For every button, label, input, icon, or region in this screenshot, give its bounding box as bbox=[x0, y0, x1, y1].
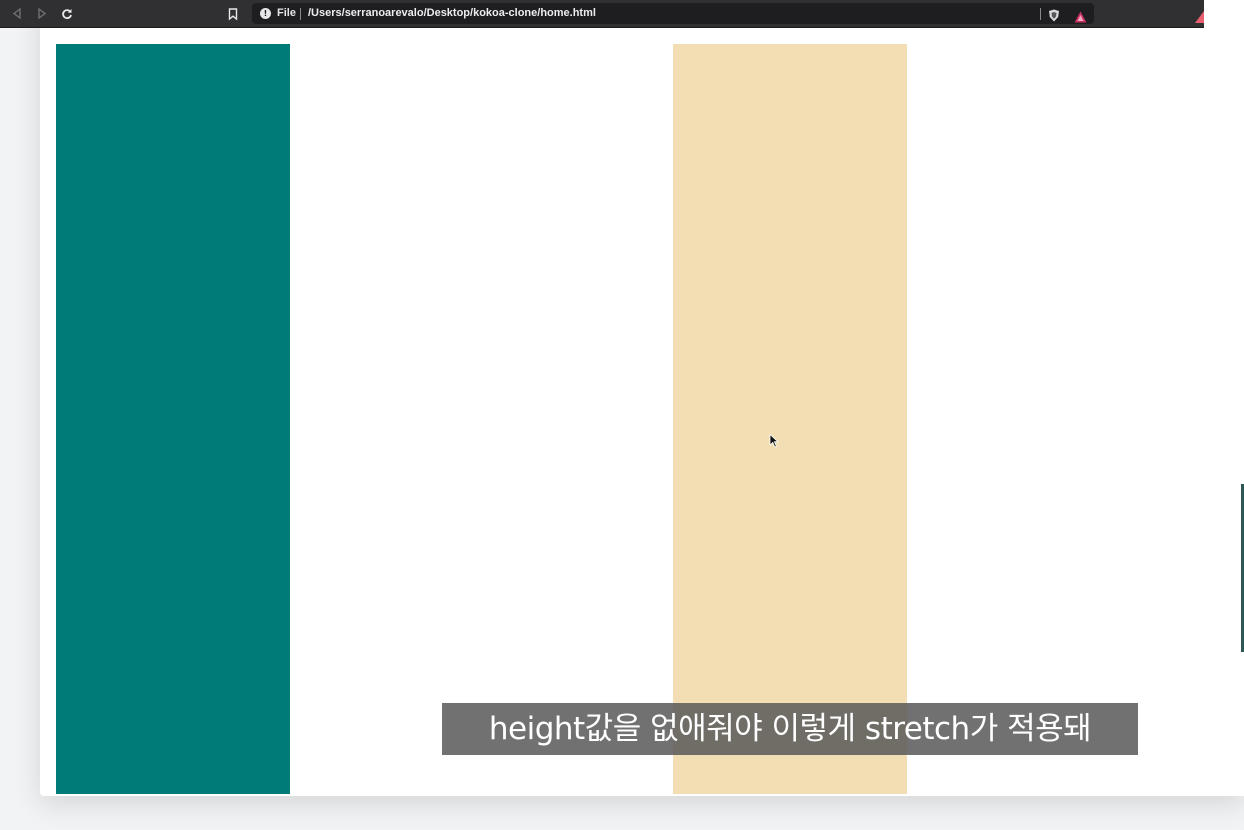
shield-icon[interactable] bbox=[1048, 7, 1060, 22]
teal-block bbox=[56, 44, 290, 794]
divider bbox=[1040, 8, 1041, 20]
address-bar[interactable]: ! File /Users/serranoarevalo/Desktop/kok… bbox=[252, 3, 1094, 24]
page-content bbox=[40, 28, 1244, 796]
info-icon[interactable]: ! bbox=[260, 8, 271, 19]
url-text[interactable]: /Users/serranoarevalo/Desktop/kokoa-clon… bbox=[308, 7, 596, 19]
reload-icon[interactable] bbox=[59, 6, 75, 22]
forward-icon[interactable] bbox=[34, 6, 50, 22]
scheme-label: File bbox=[277, 7, 296, 19]
browser-toolbar: ! File /Users/serranoarevalo/Desktop/kok… bbox=[0, 0, 1204, 28]
browser-window bbox=[40, 0, 1244, 796]
video-subtitle: height값을 없애줘야 이렇게 stretch가 적용돼 bbox=[442, 703, 1138, 755]
divider bbox=[300, 8, 301, 20]
wheat-block bbox=[673, 44, 907, 794]
mouse-cursor-icon bbox=[769, 433, 780, 448]
back-icon[interactable] bbox=[9, 6, 25, 22]
bookmark-icon[interactable] bbox=[226, 6, 240, 22]
extension-icon[interactable] bbox=[1192, 8, 1204, 23]
triangle-icon[interactable] bbox=[1074, 8, 1087, 23]
